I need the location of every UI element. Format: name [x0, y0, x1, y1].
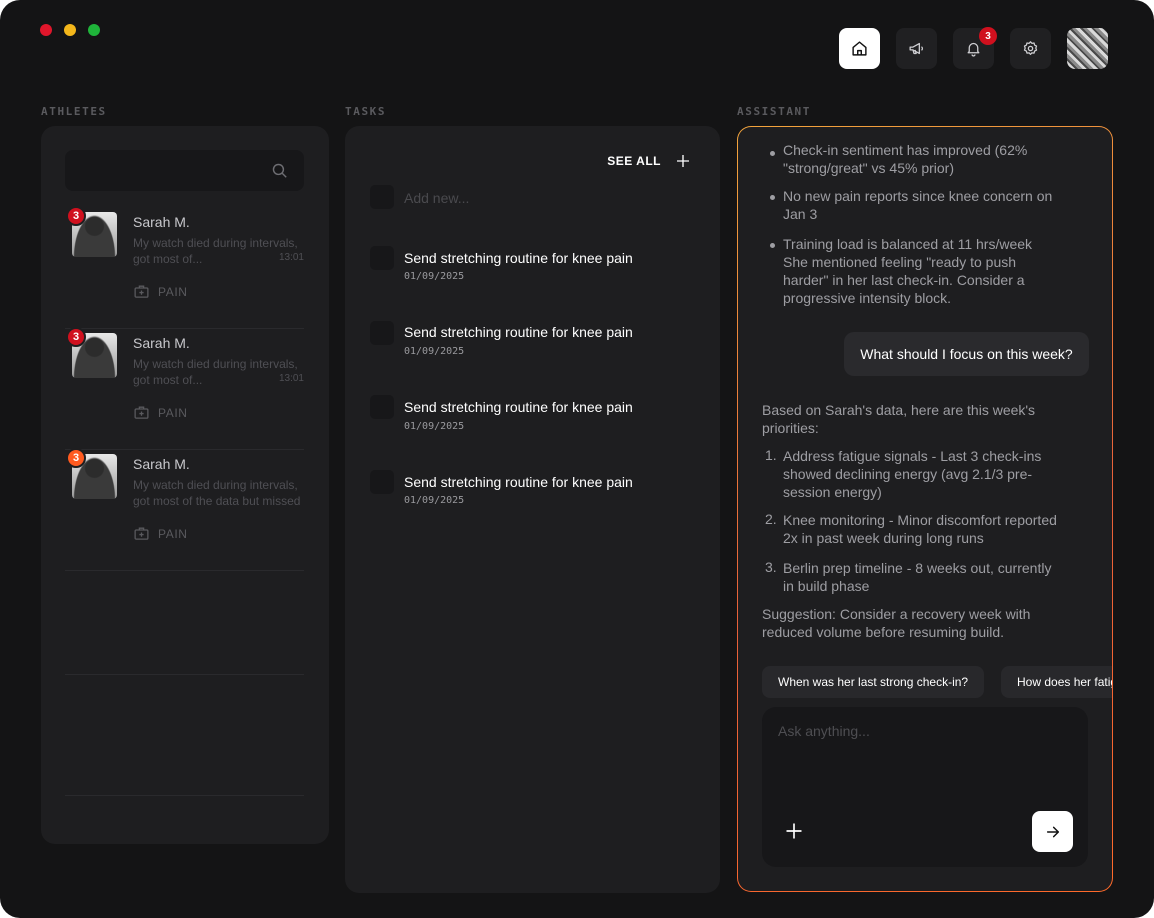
see-all-button[interactable]: SEE ALL [607, 153, 691, 169]
close-window-button[interactable] [40, 24, 52, 36]
task-title[interactable]: Send stretching routine for knee pain [404, 250, 633, 266]
insight-bullet: Check-in sentiment has improved (62% "st… [783, 142, 1028, 176]
unread-badge: 3 [66, 327, 86, 347]
athlete-tag-label: PAIN [158, 405, 188, 420]
bullet-dot [770, 151, 775, 156]
suggested-prompt-chip[interactable]: When was her last strong check-in? [762, 666, 985, 698]
medical-kit-icon [134, 285, 149, 298]
athlete-search-input[interactable] [65, 150, 304, 191]
tasks-section-label: TASKS [345, 105, 387, 118]
task-date: 01/09/2025 [404, 421, 465, 432]
assistant-suggestion: Suggestion: Consider a recovery week wit… [762, 606, 1031, 640]
message-time: 13:01 [278, 373, 304, 384]
priority-text: Knee monitoring - Minor discomfort repor… [783, 512, 1057, 546]
athlete-tag-label: PAIN [158, 284, 188, 299]
list-divider [65, 674, 304, 675]
task-date: 01/09/2025 [404, 495, 465, 506]
task-title[interactable]: Send stretching routine for knee pain [404, 399, 633, 415]
task-checkbox[interactable] [370, 246, 394, 270]
tasks-panel: SEE ALL Add new... Send stretching routi… [345, 126, 720, 893]
megaphone-icon [909, 42, 924, 55]
athlete-tag: PAIN [133, 525, 188, 542]
task-date: 01/09/2025 [404, 346, 465, 357]
unread-badge: 3 [66, 206, 86, 226]
search-icon [272, 163, 287, 178]
attach-plus-icon[interactable] [784, 821, 804, 841]
athlete-last-message-text: My watch died during intervals, got most… [133, 478, 301, 508]
insight-bullet: No new pain reports since knee concern o… [783, 188, 1053, 222]
home-icon [852, 41, 867, 56]
add-task-checkbox[interactable] [370, 185, 394, 209]
assistant-panel: Check-in sentiment has improved (62% "st… [737, 126, 1113, 892]
app-window: 3 ATHLETES TASKS ASSISTANT 3 Sarah M. My… [0, 0, 1154, 918]
athlete-list-item[interactable]: 3 Sarah M. My watch died during interval… [65, 448, 305, 571]
task-checkbox[interactable] [370, 395, 394, 419]
athlete-last-message: My watch died during intervals, got most… [133, 477, 305, 509]
athlete-name: Sarah M. [133, 456, 190, 472]
assistant-reply-intro: Based on Sarah's data, here are this wee… [762, 402, 1036, 436]
suggested-prompt-chip[interactable]: How does her fatigue [1001, 666, 1112, 698]
user-message-bubble: What should I focus on this week? [844, 332, 1089, 376]
chat-composer[interactable]: Ask anything... [762, 707, 1088, 867]
assistant-section-label: ASSISTANT [737, 105, 812, 118]
priority-text: Address fatigue signals - Last 3 check-i… [783, 448, 1042, 500]
bullet-dot [770, 243, 775, 248]
top-navigation: 3 [839, 27, 1108, 69]
priority-number: 1. [765, 447, 777, 463]
athlete-list-item[interactable]: 3 Sarah M. My watch died during interval… [65, 327, 304, 450]
task-title[interactable]: Send stretching routine for knee pain [404, 474, 633, 490]
medical-kit-icon [134, 406, 149, 419]
announcements-button[interactable] [896, 28, 937, 69]
list-divider [65, 795, 304, 796]
task-title[interactable]: Send stretching routine for knee pain [404, 324, 633, 340]
arrow-right-icon [1046, 826, 1059, 837]
athlete-name: Sarah M. [133, 335, 190, 351]
minimize-window-button[interactable] [64, 24, 76, 36]
add-task-input[interactable]: Add new... [404, 190, 469, 206]
maximize-window-button[interactable] [88, 24, 100, 36]
notifications-button[interactable]: 3 [953, 27, 997, 69]
athlete-tag: PAIN [133, 283, 188, 300]
notification-badge: 3 [979, 27, 997, 45]
bell-icon [967, 42, 980, 57]
see-all-label: SEE ALL [607, 154, 661, 168]
gear-icon [1023, 41, 1038, 56]
settings-button[interactable] [1010, 28, 1051, 69]
chat-input[interactable]: Ask anything... [778, 723, 870, 739]
priority-text: Berlin prep timeline - 8 weeks out, curr… [783, 560, 1052, 594]
plus-icon[interactable] [675, 153, 691, 169]
insight-bullet: Training load is balanced at 11 hrs/week… [783, 236, 1033, 306]
athletes-section-label: ATHLETES [41, 105, 107, 118]
task-checkbox[interactable] [370, 321, 394, 345]
task-checkbox[interactable] [370, 470, 394, 494]
task-date: 01/09/2025 [404, 271, 465, 282]
send-button[interactable] [1032, 811, 1073, 852]
assistant-chat: Check-in sentiment has improved (62% "st… [738, 127, 1112, 891]
user-avatar[interactable] [1067, 28, 1108, 69]
priority-number: 2. [765, 511, 777, 527]
athlete-tag: PAIN [133, 404, 188, 421]
athletes-panel: 3 Sarah M. My watch died during interval… [41, 126, 329, 844]
medical-kit-icon [134, 527, 149, 540]
bullet-dot [770, 195, 775, 200]
message-time: 13:01 [278, 252, 304, 263]
athlete-tag-label: PAIN [158, 526, 188, 541]
home-button[interactable] [839, 28, 880, 69]
athlete-list-item[interactable]: 3 Sarah M. My watch died during interval… [65, 206, 304, 329]
athlete-name: Sarah M. [133, 214, 190, 230]
window-controls [40, 24, 100, 36]
priority-number: 3. [765, 559, 777, 575]
unread-badge: 3 [66, 448, 86, 468]
